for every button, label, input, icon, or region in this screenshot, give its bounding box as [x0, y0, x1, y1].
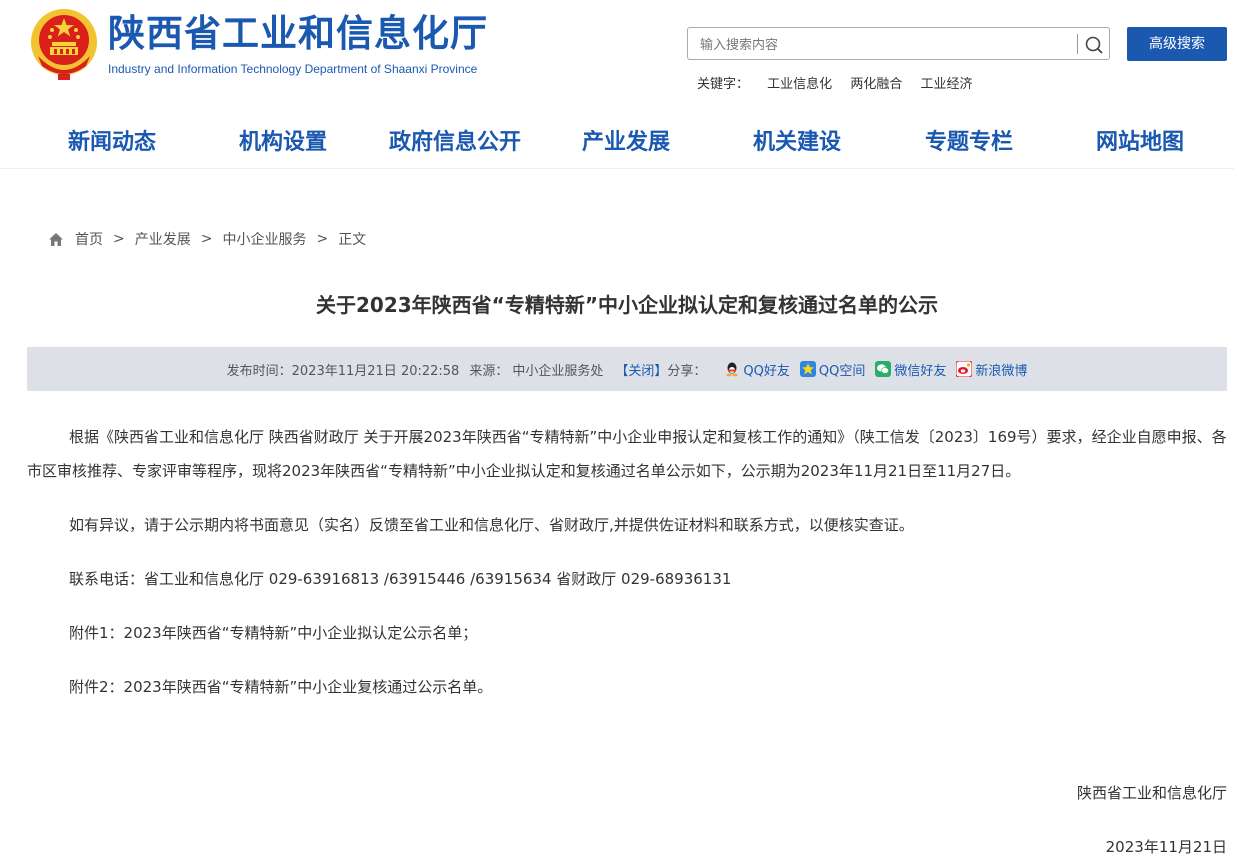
article-info-bar: 发布时间： 2023年11月21日 20:22:58 来源： 中小企业服务处 【… — [27, 347, 1227, 391]
keyword-link[interactable]: 工业信息化 — [767, 77, 832, 92]
national-emblem-icon — [31, 9, 97, 80]
qzone-icon — [799, 361, 816, 377]
article-title: 关于2023年陕西省“专精特新”中小企业拟认定和复核通过名单的公示 — [316, 293, 938, 317]
site-title: 陕西省工业和信息化厅 — [108, 12, 488, 55]
attachment-link[interactable]: 附件2：2023年陕西省“专精特新”中小企业复核通过公示名单。 — [27, 670, 1227, 704]
breadcrumb-separator: > — [200, 231, 213, 247]
article-paragraph: 如有异议，请于公示期内将书面意见（实名）反馈至省工业和信息化厅、省财政厅,并提供… — [69, 516, 914, 534]
breadcrumb-industry[interactable]: 产业发展 — [135, 229, 191, 249]
keyword-link[interactable]: 工业经济 — [920, 77, 972, 92]
search-keywords: 关键字： 工业信息化 两化融合 工业经济 — [697, 73, 986, 92]
advanced-search-button[interactable]: 高级搜索 — [1127, 27, 1227, 61]
article-content: 根据《陕西省工业和信息化厅 陕西省财政厅 关于开展2023年陕西省“专精特新”中… — [27, 420, 1227, 704]
main-nav: 新闻动态 机构设置 政府信息公开 产业发展 机关建设 专题专栏 网站地图 — [0, 124, 1234, 158]
nav-item-industry[interactable]: 产业发展 — [582, 124, 670, 156]
share-wechat[interactable]: 微信好友 — [875, 360, 946, 379]
share-label-weibo: 新浪微博 — [975, 363, 1028, 379]
breadcrumb: 首页 > 产业发展 > 中小企业服务 > 正文 — [48, 229, 366, 249]
close-link[interactable]: 【关闭】 — [615, 360, 667, 379]
share-label-qzone: QQ空间 — [818, 363, 866, 379]
share-label: 分享： — [667, 363, 707, 379]
nav-item-organization[interactable]: 机构设置 — [239, 124, 327, 156]
search-divider — [1077, 34, 1078, 54]
search-input[interactable] — [698, 34, 1072, 56]
qq-icon — [726, 362, 738, 377]
breadcrumb-home[interactable]: 首页 — [75, 229, 103, 249]
share-qq-friend[interactable]: QQ好友 — [724, 360, 790, 379]
keywords-label: 关键字： — [697, 77, 750, 92]
nav-item-news[interactable]: 新闻动态 — [68, 124, 156, 156]
share-weibo[interactable]: 新浪微博 — [956, 360, 1027, 379]
signature-date: 2023年11月21日 — [1105, 838, 1227, 856]
search-icon[interactable] — [1083, 34, 1105, 56]
source-label: 来源： — [469, 363, 509, 379]
breadcrumb-current: 正文 — [338, 232, 367, 248]
wechat-icon — [875, 361, 892, 377]
nav-item-party-building[interactable]: 机关建设 — [753, 124, 841, 156]
breadcrumb-sme-service[interactable]: 中小企业服务 — [222, 229, 306, 249]
article-paragraph: 根据《陕西省工业和信息化厅 陕西省财政厅 关于开展2023年陕西省“专精特新”中… — [27, 428, 1227, 480]
publish-label: 发布时间： — [226, 363, 292, 379]
share-label-qq-friend: QQ好友 — [743, 363, 790, 379]
signature-org: 陕西省工业和信息化厅 — [1076, 784, 1227, 802]
breadcrumb-separator: > — [113, 231, 125, 247]
nav-item-sitemap[interactable]: 网站地图 — [1096, 124, 1184, 156]
source-value: 中小企业服务处 — [512, 363, 604, 379]
attachment-link[interactable]: 附件1：2023年陕西省“专精特新”中小企业拟认定公示名单； — [27, 616, 1227, 650]
publish-time: 2023年11月21日 20:22:58 — [291, 363, 460, 379]
search-box — [687, 27, 1110, 60]
keyword-link[interactable]: 两化融合 — [850, 77, 902, 92]
article-paragraph: 联系电话：省工业和信息化厅 029-63916813 /63915446 /63… — [69, 570, 732, 588]
home-icon[interactable] — [48, 232, 64, 247]
share-qzone[interactable]: QQ空间 — [799, 360, 866, 379]
share-label-wechat: 微信好友 — [894, 363, 947, 379]
site-subtitle: Industry and Information Technology Depa… — [108, 62, 478, 76]
site-header: 陕西省工业和信息化厅 Industry and Information Tech… — [0, 0, 1234, 169]
nav-item-gov-info[interactable]: 政府信息公开 — [389, 124, 521, 156]
nav-item-topics[interactable]: 专题专栏 — [925, 124, 1013, 156]
breadcrumb-separator: > — [316, 231, 329, 247]
weibo-icon — [956, 361, 973, 377]
